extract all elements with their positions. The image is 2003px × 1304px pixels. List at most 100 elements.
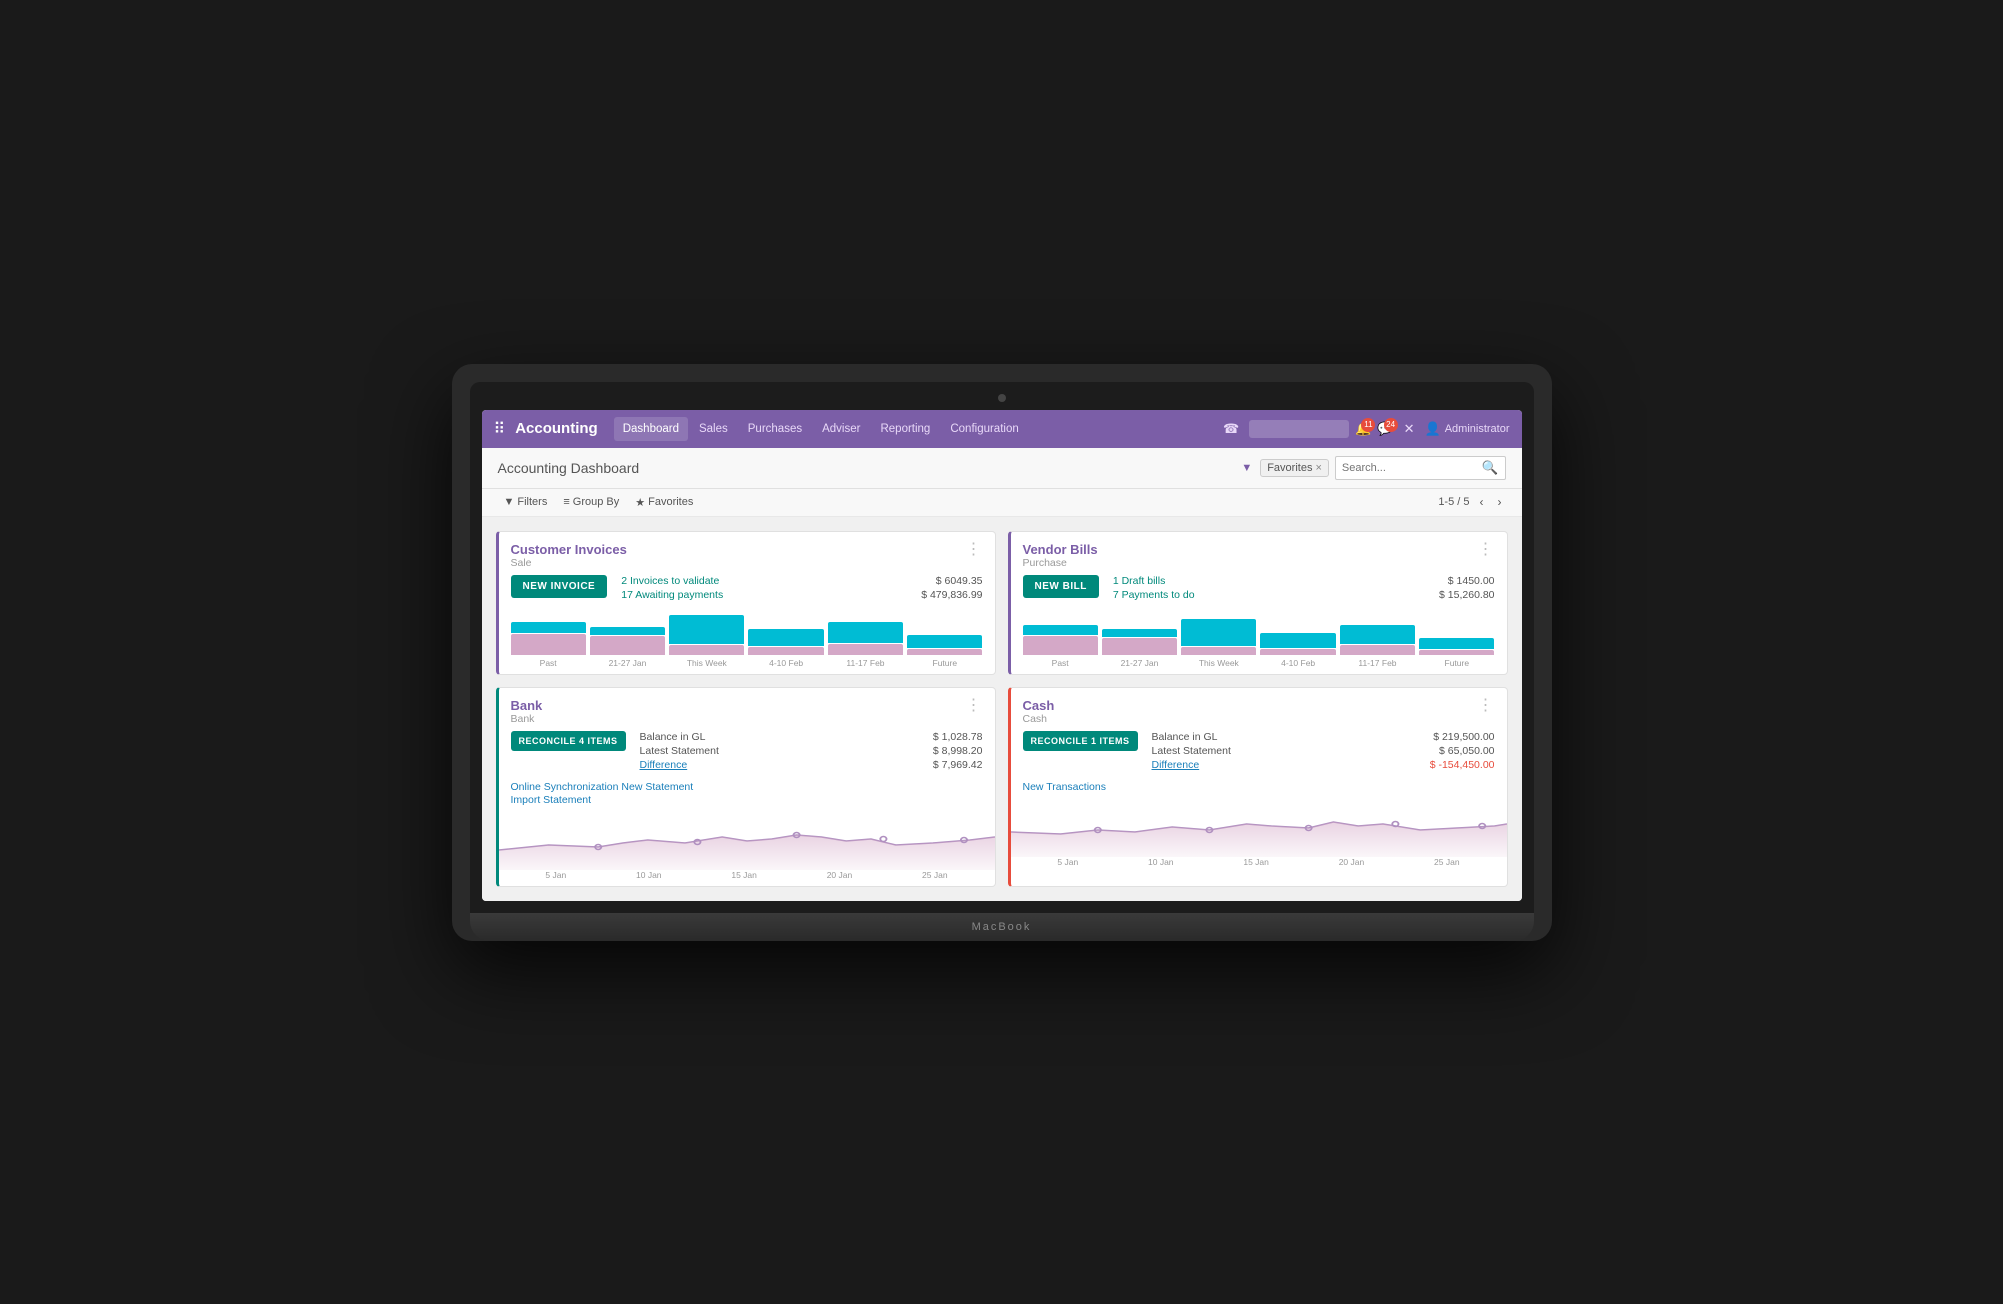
cash-label-3: 15 Jan xyxy=(1243,857,1269,867)
bar-label: 4-10 Feb xyxy=(748,658,823,668)
nav-reporting[interactable]: Reporting xyxy=(871,417,939,441)
bar-pink xyxy=(828,644,903,655)
stat2-value: $ 479,836.99 xyxy=(921,589,982,601)
notification-bell-2[interactable]: 💬 24 xyxy=(1377,420,1393,438)
cash-link1[interactable]: New Transactions xyxy=(1023,781,1495,793)
vendor-bills-card: Vendor Bills Purchase ⋮ NEW BILL 1 Draft… xyxy=(1008,531,1508,675)
cash-stat3-value: $ -154,450.00 xyxy=(1430,759,1495,771)
stat1-label[interactable]: 2 Invoices to validate xyxy=(621,575,719,587)
cash-stat1: Balance in GL $ 219,500.00 xyxy=(1152,731,1495,743)
vb-stat2-label[interactable]: 7 Payments to do xyxy=(1113,589,1195,601)
bank-link1[interactable]: Online Synchronization New Statement xyxy=(511,781,983,793)
search-submit-button[interactable]: 🔍 xyxy=(1476,457,1505,479)
reconcile-bank-button[interactable]: RECONCILE 4 ITEMS xyxy=(511,731,626,751)
cash-stat3: Difference $ -154,450.00 xyxy=(1152,759,1495,771)
bar-group xyxy=(1419,638,1494,655)
close-icon[interactable]: ✕ xyxy=(1400,417,1419,441)
bank-stat2-value: $ 8,998.20 xyxy=(933,745,983,757)
bar-group xyxy=(1023,625,1098,655)
search-input-wrapper: 🔍 xyxy=(1335,456,1506,480)
bar-group xyxy=(590,627,665,655)
pagination-next-button[interactable]: › xyxy=(1494,493,1506,511)
bar-teal xyxy=(1102,629,1177,637)
bar-pink xyxy=(1023,636,1098,655)
groupby-label: Group By xyxy=(573,496,619,508)
notification-badge-1: 11 xyxy=(1361,418,1375,432)
bank-stat3-label[interactable]: Difference xyxy=(640,759,688,771)
vb-stat2-value: $ 15,260.80 xyxy=(1439,589,1494,601)
bar-pink xyxy=(748,647,823,655)
cash-links: New Transactions xyxy=(1011,781,1507,800)
bank-chart-labels: 5 Jan 10 Jan 15 Jan 20 Jan 25 Jan xyxy=(499,870,995,880)
new-bill-button[interactable]: NEW BILL xyxy=(1023,575,1099,598)
cash-stat1-value: $ 219,500.00 xyxy=(1433,731,1494,743)
bank-header: Bank Bank ⋮ xyxy=(499,688,995,731)
cash-stat2-label: Latest Statement xyxy=(1152,745,1231,757)
bar-label: 11-17 Feb xyxy=(828,658,903,668)
topnav-search-input[interactable] xyxy=(1249,420,1349,438)
bar-label: 21-27 Jan xyxy=(590,658,665,668)
cash-stat3-label[interactable]: Difference xyxy=(1152,759,1200,771)
screen-bezel: ⠿ Accounting Dashboard Sales Purchases A… xyxy=(470,382,1534,913)
filters-button[interactable]: ▼ Filters xyxy=(498,493,554,512)
groupby-button[interactable]: ≡ Group By xyxy=(557,493,625,512)
notification-badge-2: 24 xyxy=(1384,418,1398,432)
bar-pink xyxy=(1260,649,1335,655)
search-input[interactable] xyxy=(1336,459,1476,477)
phone-icon[interactable]: ☎ xyxy=(1219,417,1243,441)
nav-purchases[interactable]: Purchases xyxy=(739,417,811,441)
favorites-button[interactable]: ★ Favorites xyxy=(629,493,699,512)
bar-group xyxy=(1102,629,1177,655)
bar-label: 21-27 Jan xyxy=(1102,658,1177,668)
nav-sales[interactable]: Sales xyxy=(690,417,737,441)
favorites-tag-close[interactable]: × xyxy=(1315,462,1321,474)
nav-configuration[interactable]: Configuration xyxy=(941,417,1027,441)
grid-icon[interactable]: ⠿ xyxy=(494,419,506,439)
cash-stat1-label: Balance in GL xyxy=(1152,731,1218,743)
cash-stats: Balance in GL $ 219,500.00 Latest Statem… xyxy=(1152,731,1495,773)
nav-dashboard[interactable]: Dashboard xyxy=(614,417,688,441)
cash-chart-svg xyxy=(1011,802,1507,857)
cash-header: Cash Cash ⋮ xyxy=(1011,688,1507,731)
favorites-filter-tag[interactable]: Favorites × xyxy=(1260,459,1329,477)
bar-pink xyxy=(669,645,744,655)
bank-body: RECONCILE 4 ITEMS Balance in GL $ 1,028.… xyxy=(499,731,995,781)
vendor-bills-menu-icon[interactable]: ⋮ xyxy=(1478,542,1495,558)
bar-label: Past xyxy=(1023,658,1098,668)
bar-group xyxy=(748,629,823,655)
stat2-label[interactable]: 17 Awaiting payments xyxy=(621,589,723,601)
cash-label-2: 10 Jan xyxy=(1148,857,1174,867)
bar-label: 11-17 Feb xyxy=(1340,658,1415,668)
cash-label-5: 25 Jan xyxy=(1434,857,1460,867)
reconcile-cash-button[interactable]: RECONCILE 1 ITEMS xyxy=(1023,731,1138,751)
user-menu[interactable]: 👤 Administrator xyxy=(1425,421,1510,437)
bank-label-3: 15 Jan xyxy=(731,870,757,880)
bank-menu-icon[interactable]: ⋮ xyxy=(966,698,983,714)
bar-group xyxy=(828,622,903,655)
nav-adviser[interactable]: Adviser xyxy=(813,417,869,441)
pagination-prev-button[interactable]: ‹ xyxy=(1476,493,1488,511)
groupby-icon: ≡ xyxy=(563,496,569,508)
notification-bell-1[interactable]: 🔔 11 xyxy=(1355,420,1371,438)
bank-stat1-label: Balance in GL xyxy=(640,731,706,743)
customer-invoices-stat1: 2 Invoices to validate $ 6049.35 xyxy=(621,575,982,587)
bank-label-1: 5 Jan xyxy=(545,870,566,880)
vendor-bills-header: Vendor Bills Purchase ⋮ xyxy=(1011,532,1507,575)
cash-menu-icon[interactable]: ⋮ xyxy=(1478,698,1495,714)
bank-link2[interactable]: Import Statement xyxy=(511,794,983,806)
new-invoice-button[interactable]: NEW INVOICE xyxy=(511,575,608,598)
bank-stat3: Difference $ 7,969.42 xyxy=(640,759,983,771)
bar-pink xyxy=(1340,645,1415,655)
dashboard-grid: Customer Invoices Sale ⋮ NEW INVOICE 2 I… xyxy=(482,517,1522,901)
bank-stat2: Latest Statement $ 8,998.20 xyxy=(640,745,983,757)
search-bar: ▼ Favorites × 🔍 xyxy=(1241,456,1505,480)
vb-stat1-label[interactable]: 1 Draft bills xyxy=(1113,575,1166,587)
customer-invoices-title: Customer Invoices xyxy=(511,542,627,557)
vb-bar-chart-labels: Past21-27 JanThis Week4-10 Feb11-17 FebF… xyxy=(1023,658,1495,668)
bar-teal xyxy=(590,627,665,635)
bar-group xyxy=(511,622,586,655)
customer-invoices-menu-icon[interactable]: ⋮ xyxy=(966,542,983,558)
bar-teal xyxy=(1260,633,1335,648)
bank-subtitle: Bank xyxy=(511,713,543,725)
bank-stat1: Balance in GL $ 1,028.78 xyxy=(640,731,983,743)
